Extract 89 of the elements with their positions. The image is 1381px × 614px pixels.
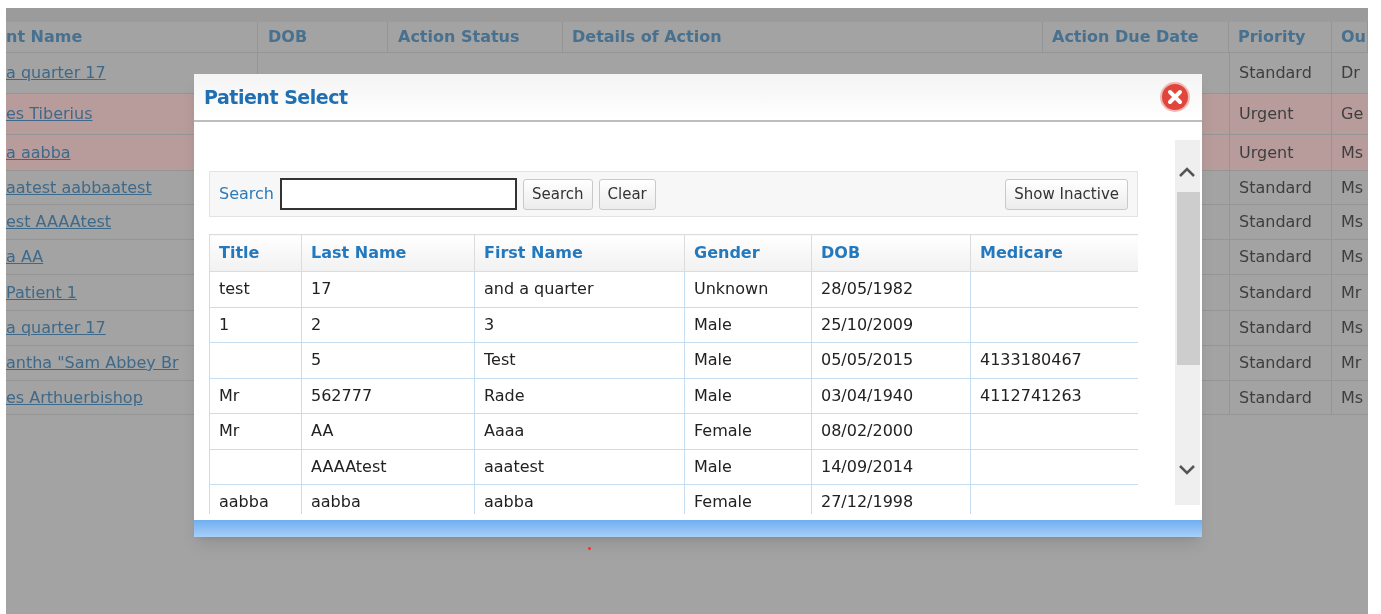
table-cell: aabba — [311, 492, 361, 512]
column-header[interactable]: Ou — [1341, 25, 1366, 49]
table-cell: 05/05/2015 — [821, 350, 914, 370]
table-cell: Mr — [219, 385, 240, 405]
close-icon[interactable] — [1160, 82, 1190, 112]
table-cell-text: Standard — [1239, 317, 1312, 339]
table-cell: AAAAtest — [311, 456, 387, 476]
scrollbar[interactable] — [1175, 140, 1200, 505]
table-cell: aaatest — [484, 456, 545, 476]
table-cell: Unknown — [694, 279, 769, 299]
table-cell: 1 — [219, 314, 230, 334]
column-header[interactable]: nt Name — [6, 25, 83, 49]
table-cell: Female — [694, 492, 752, 512]
table-cell-text: Urgent — [1239, 103, 1294, 125]
scroll-down-icon[interactable] — [1178, 464, 1196, 476]
table-cell: 4133180467 — [980, 350, 1082, 370]
table-cell-text: Ge — [1341, 103, 1364, 125]
patient-link[interactable]: aatest aabbaatest — [6, 175, 152, 200]
column-header[interactable]: DOB — [268, 25, 308, 49]
table-cell-text: Urgent — [1239, 141, 1294, 164]
table-cell-text: Standard — [1239, 281, 1312, 304]
table-cell-text: Standard — [1239, 246, 1312, 268]
patient-link[interactable]: a quarter 17 — [6, 61, 106, 85]
table-cell: 562777 — [311, 385, 373, 405]
column-header[interactable]: Gender — [684, 234, 812, 272]
table-cell: Rade — [484, 385, 525, 405]
table-cell-text: Standard — [1239, 386, 1312, 409]
table-cell-text: Mr — [1341, 352, 1362, 374]
patient-link[interactable]: a aabba — [6, 140, 71, 165]
table-cell: 14/09/2014 — [821, 456, 914, 476]
table-cell: 03/04/1940 — [821, 385, 914, 405]
table-cell-text: Standard — [1239, 62, 1312, 84]
table-cell-text: Standard — [1239, 176, 1312, 199]
table-cell: 3 — [484, 314, 495, 334]
table-cell: Male — [694, 314, 732, 334]
table-cell: 5 — [311, 350, 322, 370]
column-header[interactable]: Last Name — [301, 234, 475, 272]
table-cell: Male — [694, 456, 732, 476]
table-cell-text: Ms — [1341, 317, 1364, 339]
dialog-title: Patient Select — [204, 84, 348, 110]
search-label: Search — [219, 183, 274, 205]
table-cell: Male — [694, 385, 732, 405]
column-header[interactable]: First Name — [474, 234, 685, 272]
scrollbar-thumb[interactable] — [1177, 192, 1200, 365]
table-cell-text: Ms — [1341, 246, 1364, 268]
table-cell-text: Ms — [1341, 176, 1364, 199]
table-cell-text: Dr — [1341, 62, 1360, 84]
search-button[interactable]: Search — [522, 178, 593, 210]
table-cell: aabba — [484, 492, 534, 512]
column-header[interactable]: Medicare — [970, 234, 1138, 272]
table-cell: Test — [484, 350, 516, 370]
table-cell: 2 — [311, 314, 322, 334]
patient-link[interactable]: a AA — [6, 245, 44, 269]
dot-mark — [588, 547, 591, 550]
patient-link[interactable]: a quarter 17 — [6, 316, 106, 340]
table-cell: Aaaa — [484, 421, 525, 441]
column-header[interactable]: Title — [209, 234, 302, 272]
table-cell: aabba — [219, 492, 269, 512]
table-cell: 27/12/1998 — [821, 492, 914, 512]
table-cell: Female — [694, 421, 752, 441]
table-cell: and a quarter — [484, 279, 594, 299]
column-header[interactable]: Action Status — [398, 25, 520, 49]
table-cell-text: Ms — [1341, 211, 1364, 233]
patient-link[interactable]: es Tiberius — [6, 102, 93, 126]
clear-button[interactable]: Clear — [598, 178, 656, 210]
table-cell-text: Ms — [1341, 141, 1364, 164]
search-field[interactable] — [279, 178, 517, 210]
table-cell: 28/05/1982 — [821, 279, 914, 299]
column-header[interactable]: Details of Action — [572, 25, 722, 49]
table-cell: test — [219, 279, 250, 299]
column-header[interactable]: Action Due Date — [1052, 25, 1199, 49]
table-cell: 25/10/2009 — [821, 314, 914, 334]
table-cell: Mr — [219, 421, 240, 441]
scroll-up-icon[interactable] — [1178, 166, 1196, 178]
table-cell: 17 — [311, 279, 332, 299]
table-cell: 08/02/2000 — [821, 421, 914, 441]
patient-link[interactable]: Patient 1 — [6, 280, 77, 305]
column-header[interactable]: Priority — [1238, 25, 1306, 49]
table-cell-text: Mr — [1341, 281, 1362, 304]
patient-link[interactable]: antha "Sam Abbey Br — [6, 351, 179, 375]
patient-link[interactable]: es Arthuerbishop — [6, 385, 143, 410]
table-cell: 4112741263 — [980, 385, 1082, 405]
patient-link[interactable]: est AAAAtest — [6, 210, 112, 234]
table-cell-text: Standard — [1239, 211, 1312, 233]
table-cell-text: Standard — [1239, 352, 1312, 374]
column-header[interactable]: DOB — [811, 234, 971, 272]
table-cell-text: Ms — [1341, 386, 1364, 409]
table-cell: AA — [311, 421, 334, 441]
table-cell: Male — [694, 350, 732, 370]
